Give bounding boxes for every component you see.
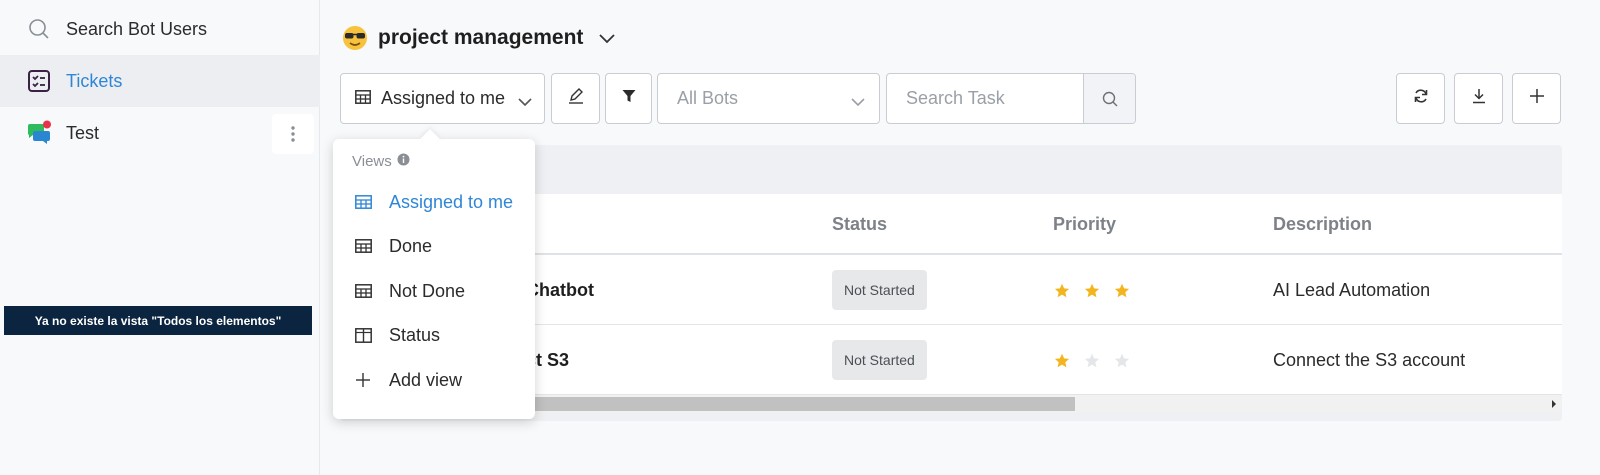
star-filled-icon[interactable] (1114, 283, 1130, 298)
search-task-input[interactable]: Search Task (886, 73, 1136, 124)
search-icon (26, 16, 52, 42)
scroll-right-icon[interactable] (1550, 397, 1558, 416)
add-view-button[interactable]: Add view (355, 366, 462, 394)
project-selector[interactable]: project management (342, 22, 616, 54)
column-header-priority[interactable]: Priority (1053, 194, 1116, 254)
search-task-placeholder: Search Task (906, 88, 1005, 108)
chevron-down-icon (518, 91, 532, 112)
search-icon (1102, 91, 1117, 106)
refresh-button[interactable] (1396, 73, 1445, 124)
filter-icon (622, 89, 636, 108)
star-filled-icon[interactable] (1084, 283, 1100, 298)
main-content: project management Assigned to me All Bo… (320, 0, 1600, 475)
search-button[interactable] (1083, 74, 1135, 123)
edit-button[interactable] (551, 73, 600, 124)
columns-icon (355, 327, 375, 343)
filter-button[interactable] (605, 73, 652, 124)
project-title: project management (378, 26, 584, 49)
sunglasses-emoji-icon (342, 25, 368, 51)
views-header-label: Views (352, 153, 392, 170)
views-dropdown: Views Assigned to me Done Not Done Statu… (333, 139, 535, 419)
refresh-icon (1413, 88, 1429, 109)
add-button[interactable] (1512, 73, 1561, 124)
view-item-label: Not Done (389, 280, 466, 301)
view-item-label: Status (389, 324, 441, 345)
sidebar-item-label: Test (66, 122, 100, 143)
view-item-not-done[interactable]: Not Done (355, 277, 465, 305)
view-item-label: Assigned to me (389, 191, 514, 212)
star-filled-icon[interactable] (1054, 283, 1070, 298)
views-header: Views (352, 153, 410, 170)
star-empty-icon[interactable] (1084, 353, 1100, 368)
sidebar-item-tickets[interactable]: Tickets (0, 55, 320, 107)
table-icon (355, 88, 371, 109)
sidebar: Search Bot Users Tickets Test Ya no exis… (0, 0, 320, 475)
plus-icon (355, 372, 375, 388)
view-item-assigned-to-me[interactable]: Assigned to me (355, 188, 513, 216)
sidebar-item-label: Tickets (66, 70, 123, 91)
more-options-button[interactable] (272, 114, 314, 154)
priority-stars[interactable] (1054, 255, 1144, 325)
chevron-down-icon (851, 91, 865, 112)
task-description: AI Lead Automation (1273, 279, 1431, 300)
pencil-icon (567, 87, 585, 110)
column-header-description[interactable]: Description (1273, 194, 1372, 254)
status-badge[interactable]: Not Started (832, 340, 927, 380)
table-icon (355, 284, 375, 298)
download-icon (1471, 88, 1487, 109)
chevron-down-icon (599, 26, 616, 50)
view-selector-label: Assigned to me (381, 88, 506, 108)
status-badge[interactable]: Not Started (832, 270, 927, 310)
view-item-label: Done (389, 235, 433, 256)
info-icon[interactable] (397, 153, 410, 170)
bots-select[interactable]: All Bots (657, 73, 880, 124)
star-filled-icon[interactable] (1054, 353, 1070, 368)
view-item-done[interactable]: Done (355, 232, 432, 260)
priority-stars[interactable] (1054, 325, 1144, 395)
download-button[interactable] (1454, 73, 1503, 124)
view-item-status[interactable]: Status (355, 321, 440, 349)
column-header-status[interactable]: Status (832, 194, 887, 254)
sidebar-item-label: Search Bot Users (66, 18, 208, 39)
checklist-icon (26, 68, 52, 94)
view-selector-button[interactable]: Assigned to me (340, 73, 545, 124)
sidebar-item-search-bot-users[interactable]: Search Bot Users (0, 3, 320, 55)
plus-icon (1529, 88, 1545, 109)
sidebar-item-test[interactable]: Test (0, 107, 320, 159)
task-description: Connect the S3 account (1273, 349, 1466, 370)
task-name[interactable]: Chatbot (526, 255, 594, 325)
table-icon (355, 195, 375, 209)
star-empty-icon[interactable] (1114, 353, 1130, 368)
bots-select-value: All Bots (677, 88, 739, 108)
tooltip: Ya no existe la vista "Todos los element… (4, 306, 312, 335)
table-icon (355, 239, 375, 253)
view-item-label: Add view (389, 369, 463, 390)
chat-bubbles-icon (26, 120, 52, 146)
